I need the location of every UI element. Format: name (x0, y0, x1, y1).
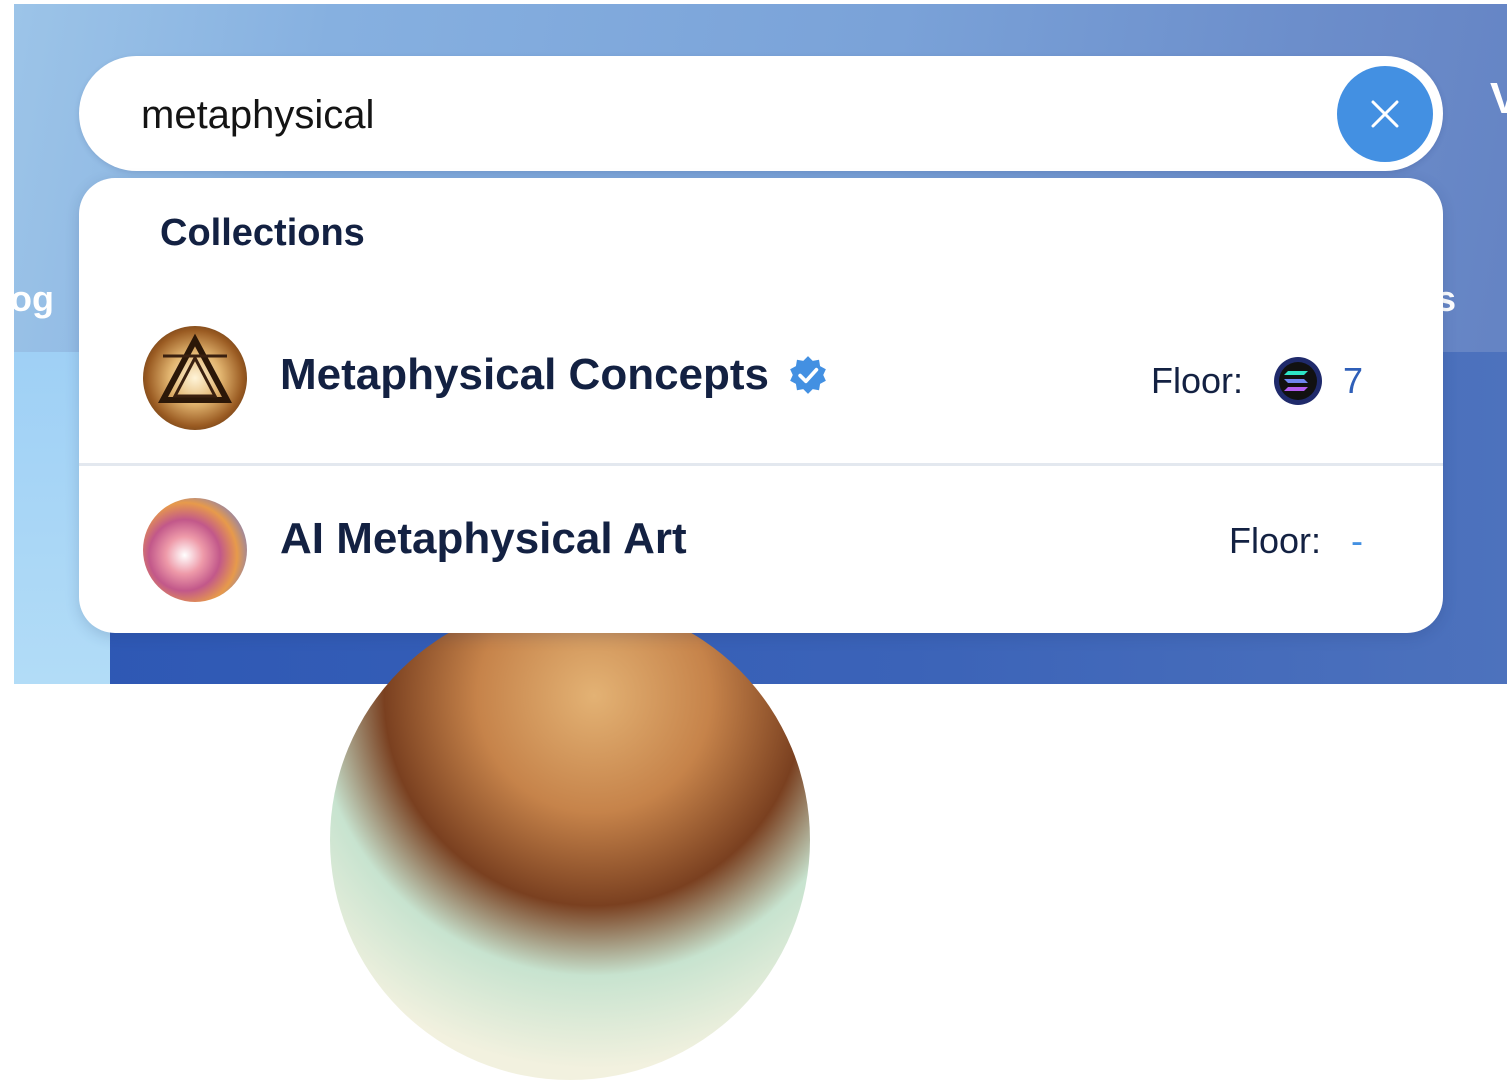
floor-value: 7 (1343, 360, 1364, 401)
search-bar (79, 56, 1443, 171)
floor-label: Floor: (1151, 360, 1244, 401)
collection-avatar-image (158, 333, 232, 403)
collection-result-metaphysical-concepts[interactable]: Metaphysical Concepts Floor: 7 (79, 296, 1443, 464)
background-partial-heading: V (1490, 74, 1507, 123)
clear-search-button[interactable] (1337, 66, 1433, 162)
hero-artwork (330, 600, 810, 1080)
collection-result-ai-metaphysical-art[interactable]: AI Metaphysical Art Floor: - (79, 466, 1443, 633)
collection-name-text: Metaphysical Concepts (280, 350, 770, 399)
background-nav-text-left: og (10, 278, 54, 319)
floor-label: Floor: (1229, 520, 1322, 561)
floor-value: - (1351, 520, 1364, 561)
collection-name-text: AI Metaphysical Art (280, 514, 687, 563)
section-title-collections: Collections (160, 212, 365, 254)
collection-avatar (143, 326, 247, 430)
solana-icon (1274, 357, 1323, 405)
collection-name: Metaphysical Concepts (280, 350, 829, 400)
floor-price: Floor: - (1229, 520, 1363, 562)
floor-price: Floor: 7 (1151, 356, 1363, 406)
collection-avatar (143, 498, 247, 602)
close-icon (1371, 100, 1399, 128)
collection-name: AI Metaphysical Art (280, 514, 687, 564)
page-edge-left (0, 0, 14, 684)
search-input[interactable] (139, 84, 1293, 146)
verified-badge-icon (790, 356, 826, 394)
search-results-dropdown: Collections Metaphysical Concepts Floor: (79, 178, 1443, 633)
